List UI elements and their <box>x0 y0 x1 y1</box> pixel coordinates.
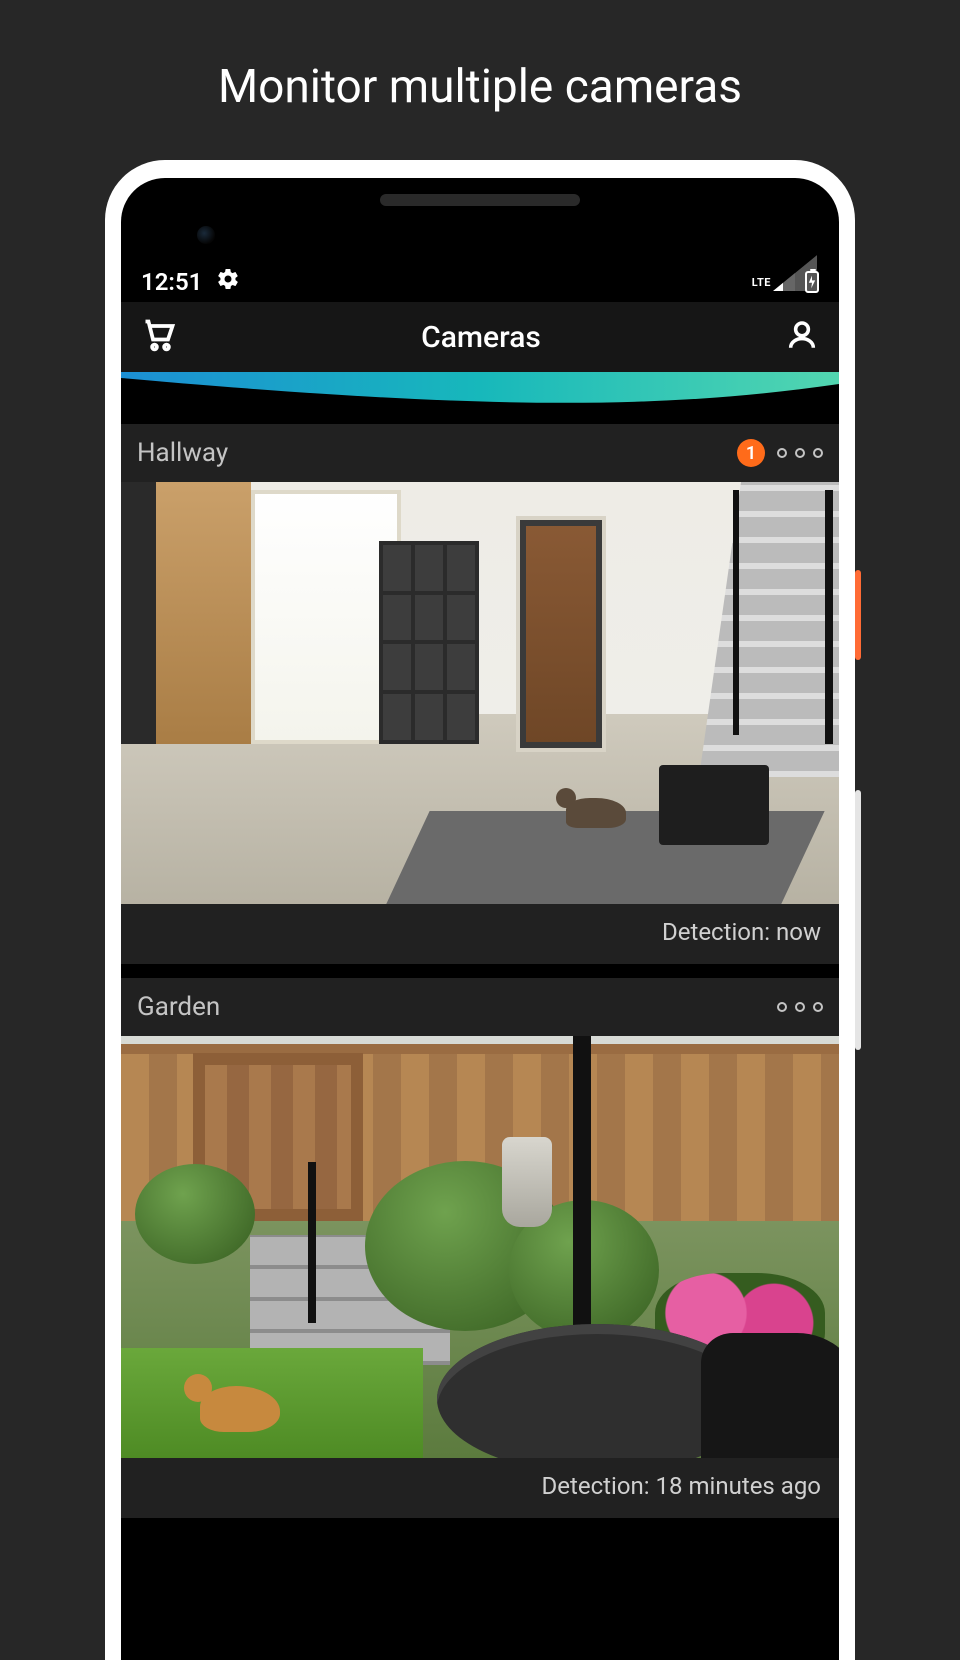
camera-feed-hallway[interactable] <box>121 482 839 904</box>
alert-badge[interactable]: 1 <box>737 439 765 467</box>
camera-name: Garden <box>137 992 220 1022</box>
app-header: Cameras <box>121 302 839 372</box>
phone-screen: 12:51 LTE Cameras <box>121 178 839 1660</box>
detection-status: Detection: now <box>121 904 839 964</box>
more-options-icon[interactable] <box>777 1002 823 1012</box>
camera-card-garden[interactable]: Garden <box>121 978 839 1518</box>
camera-card-header: Hallway 1 <box>121 424 839 482</box>
camera-card-header: Garden <box>121 978 839 1036</box>
promo-title: Monitor multiple cameras <box>0 0 960 164</box>
volume-button-accent <box>855 790 861 1050</box>
phone-front-camera <box>197 226 215 244</box>
gradient-divider <box>121 372 839 408</box>
detection-status: Detection: 18 minutes ago <box>121 1458 839 1518</box>
camera-card-hallway[interactable]: Hallway 1 Detection: now <box>121 424 839 964</box>
phone-earpiece <box>380 194 580 206</box>
camera-name: Hallway <box>137 438 228 468</box>
gear-icon[interactable] <box>216 267 240 297</box>
power-button-accent <box>855 570 861 660</box>
page-title: Cameras <box>421 320 541 355</box>
network-label: LTE <box>752 276 771 289</box>
more-options-icon[interactable] <box>777 448 823 458</box>
camera-list[interactable]: Hallway 1 Detection: now <box>121 410 839 1660</box>
phone-frame: 12:51 LTE Cameras <box>105 160 855 1660</box>
cart-icon[interactable] <box>141 317 177 357</box>
camera-feed-garden[interactable] <box>121 1036 839 1458</box>
profile-icon[interactable] <box>785 318 819 356</box>
battery-icon <box>805 271 819 293</box>
status-time: 12:51 <box>141 268 202 296</box>
signal-icon <box>773 273 795 291</box>
status-bar: 12:51 LTE <box>121 262 839 302</box>
